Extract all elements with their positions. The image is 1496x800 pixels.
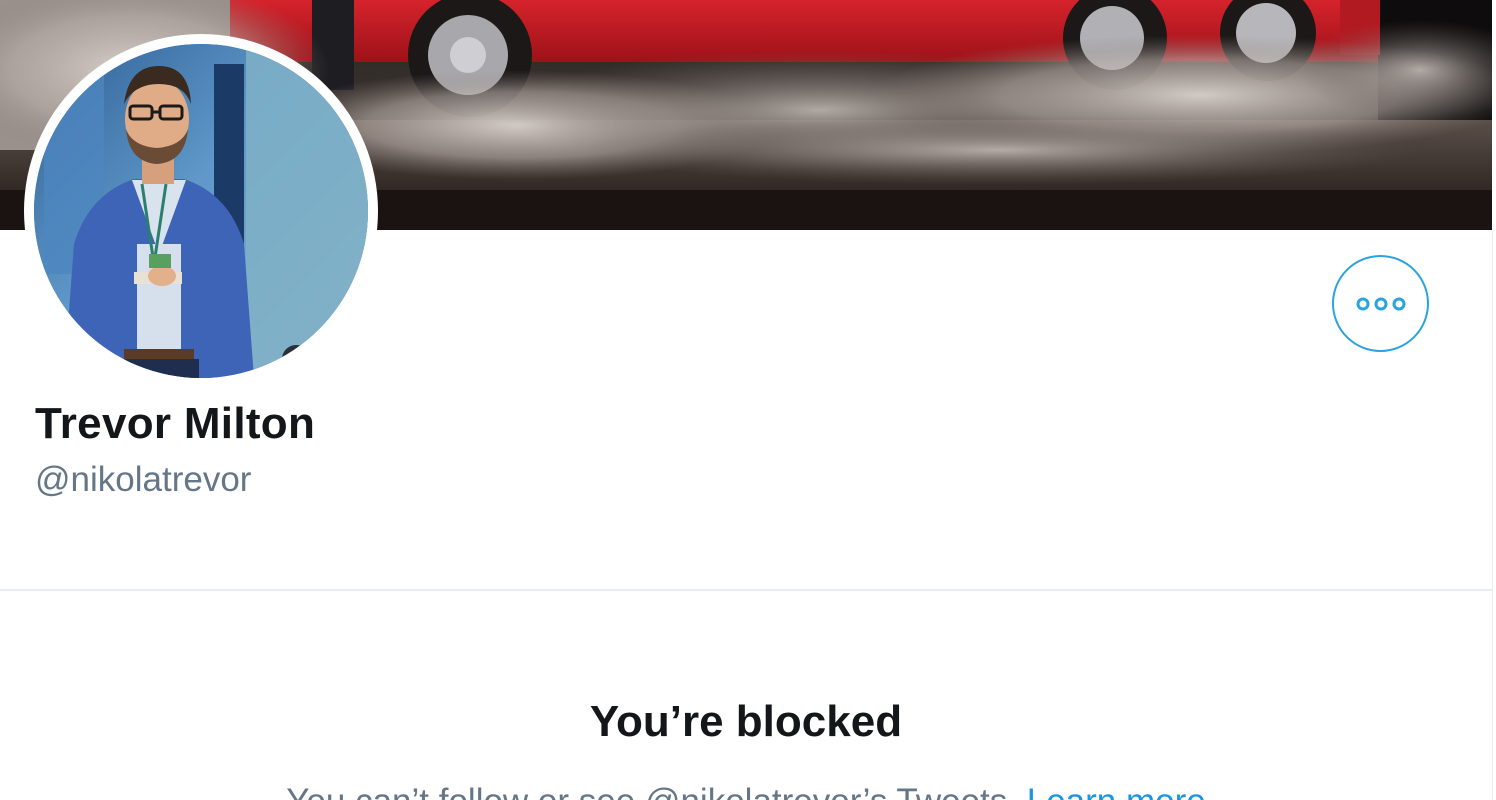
section-divider bbox=[0, 589, 1492, 591]
blocked-title: You’re blocked bbox=[589, 697, 903, 746]
column-border bbox=[1492, 230, 1493, 800]
avatar-illustration bbox=[34, 44, 368, 378]
profile-page: Trevor Milton @nikolatrevor You’re block… bbox=[0, 0, 1496, 800]
more-options-button[interactable] bbox=[1332, 255, 1429, 352]
blocked-message: You can’t follow or see @nikolatrevor’s … bbox=[286, 782, 1026, 800]
avatar-photo bbox=[34, 44, 368, 378]
more-horizontal-icon bbox=[1356, 297, 1405, 310]
profile-avatar[interactable] bbox=[24, 34, 378, 388]
learn-more-link[interactable]: Learn more bbox=[1027, 782, 1206, 800]
profile-handle: @nikolatrevor bbox=[35, 460, 252, 499]
profile-display-name: Trevor Milton bbox=[35, 399, 316, 448]
blocked-message-row: You can’t follow or see @nikolatrevor’s … bbox=[0, 780, 1492, 800]
